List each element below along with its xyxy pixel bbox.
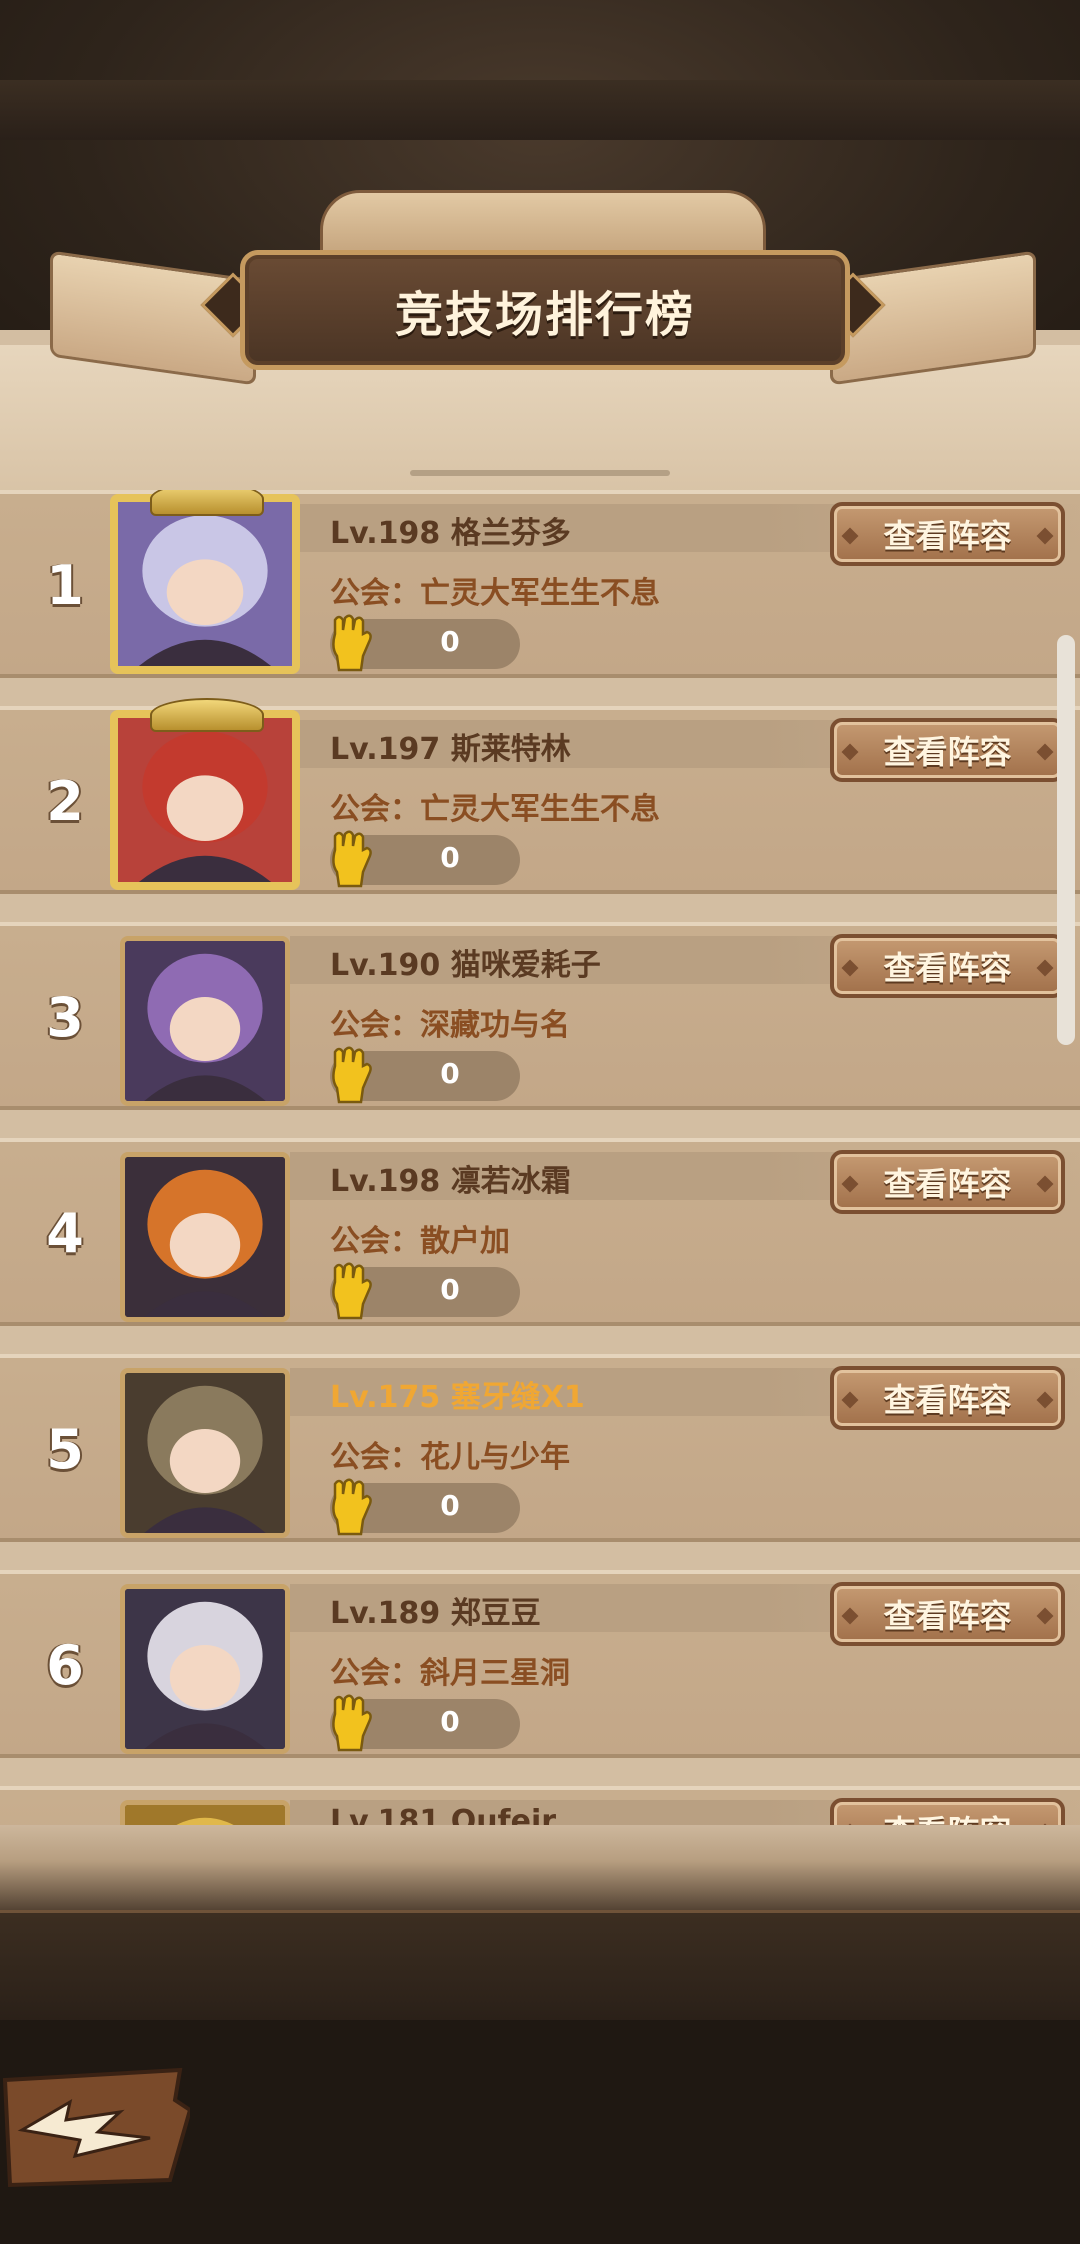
player-name: Lv.198 格兰芬多 xyxy=(330,516,571,551)
divider xyxy=(410,470,670,476)
hero-portrait xyxy=(125,1589,285,1749)
player-name: Lv.197 斯莱特林 xyxy=(330,732,571,767)
player-name: Lv.181 Oufeir xyxy=(330,1804,557,1825)
power-value: 0 xyxy=(440,1705,460,1738)
fist-icon xyxy=(332,1262,372,1320)
view-lineup-label: 查看阵容 xyxy=(883,949,1012,987)
ranking-row: 7Lv.181 Oufeir查看阵容 xyxy=(0,1786,1080,1825)
view-lineup-button[interactable]: 查看阵容 xyxy=(830,934,1065,998)
rank-number: 1 xyxy=(46,554,84,617)
view-lineup-button[interactable]: 查看阵容 xyxy=(830,502,1065,566)
view-lineup-label: 查看阵容 xyxy=(883,1597,1012,1635)
player-name: Lv.190 猫咪爱耗子 xyxy=(330,948,601,983)
view-lineup-label: 查看阵容 xyxy=(883,1807,1011,1825)
ranking-row: 4 Lv.198 凛若冰霜 公会：散户加 0 查看阵容 xyxy=(0,1138,1080,1326)
power-value: 0 xyxy=(440,1057,460,1090)
hero-portrait xyxy=(118,718,292,882)
avatar[interactable] xyxy=(110,710,300,890)
button-ornament xyxy=(1036,959,1054,977)
bottom-ledge xyxy=(0,1825,1080,1915)
scrollbar[interactable] xyxy=(1057,635,1075,1045)
avatar[interactable] xyxy=(110,494,300,674)
view-lineup-button[interactable]: 查看阵容 xyxy=(830,718,1065,782)
view-lineup-button[interactable]: 查看阵容 xyxy=(830,1366,1065,1430)
guild-name: 公会：亡灵大军生生不息 xyxy=(330,576,660,611)
view-lineup-label: 查看阵容 xyxy=(883,733,1012,771)
view-lineup-label: 查看阵容 xyxy=(883,1165,1012,1203)
avatar[interactable] xyxy=(120,936,290,1106)
fist-icon xyxy=(332,1478,372,1536)
player-name: Lv.175 塞牙缝X1 xyxy=(330,1380,585,1415)
power-value: 0 xyxy=(440,625,460,658)
power-value: 0 xyxy=(440,841,460,874)
button-ornament xyxy=(841,1607,859,1625)
view-lineup-button[interactable]: 查看阵容 xyxy=(830,1582,1065,1646)
view-lineup-label: 查看阵容 xyxy=(883,1381,1012,1419)
fist-icon xyxy=(332,614,372,672)
rank-number: 3 xyxy=(46,986,84,1049)
player-name: Lv.198 凛若冰霜 xyxy=(330,1164,571,1199)
button-ornament xyxy=(1036,1175,1054,1193)
ranking-row: 3 Lv.190 猫咪爱耗子 公会：深藏功与名 0 查看阵容 xyxy=(0,922,1080,1110)
gold-frame-crown xyxy=(150,698,264,732)
page-title: 竞技场排行榜 xyxy=(394,287,695,343)
fist-icon xyxy=(332,1046,372,1104)
ranking-row: 6 Lv.189 郑豆豆 公会：斜月三星洞 0 查看阵容 xyxy=(0,1570,1080,1758)
bottom-bar xyxy=(0,1910,1080,2023)
ranking-row: 1 Lv.198 格兰芬多公会：亡灵大军生生不息 0 查看阵容 xyxy=(0,490,1080,678)
avatar[interactable] xyxy=(120,1152,290,1322)
rank-number: 4 xyxy=(46,1202,84,1265)
button-ornament xyxy=(841,743,859,761)
avatar[interactable] xyxy=(120,1368,290,1538)
gold-frame-crown xyxy=(150,490,264,516)
button-ornament xyxy=(841,1175,859,1193)
rank-number: 6 xyxy=(46,1634,84,1697)
player-name: Lv.189 郑豆豆 xyxy=(330,1596,541,1631)
button-ornament xyxy=(841,959,859,977)
ranking-row: 2 Lv.197 斯莱特林公会：亡灵大军生生不息 0 查看阵容 xyxy=(0,698,1080,894)
button-ornament xyxy=(841,1391,859,1409)
button-ornament xyxy=(1036,1391,1054,1409)
guild-name: 公会：散户加 xyxy=(330,1224,510,1259)
rank-number: 2 xyxy=(46,770,84,833)
view-lineup-button[interactable]: 查看阵容 xyxy=(830,1798,1065,1825)
power-value: 0 xyxy=(440,1489,460,1522)
view-lineup-label: 查看阵容 xyxy=(883,517,1012,555)
fist-icon xyxy=(332,830,372,888)
guild-name: 公会：斜月三星洞 xyxy=(330,1656,570,1691)
button-ornament xyxy=(841,527,859,545)
avatar[interactable] xyxy=(120,1800,290,1825)
fist-icon xyxy=(332,1694,372,1752)
ranking-list[interactable]: 1 Lv.198 格兰芬多公会：亡灵大军生生不息 0 查看阵容 2 Lv.197 斯莱特林… xyxy=(0,490,1080,1825)
hero-portrait xyxy=(125,1373,285,1533)
button-ornament xyxy=(1036,527,1054,545)
button-ornament xyxy=(1036,1607,1054,1625)
hero-portrait xyxy=(118,502,292,666)
view-lineup-button[interactable]: 查看阵容 xyxy=(830,1150,1065,1214)
guild-name: 公会：深藏功与名 xyxy=(330,1008,570,1043)
button-ornament xyxy=(1036,743,1054,761)
avatar[interactable] xyxy=(120,1584,290,1754)
hero-portrait xyxy=(125,941,285,1101)
hero-portrait xyxy=(125,1157,285,1317)
hero-portrait xyxy=(125,1805,285,1825)
rank-number: 5 xyxy=(46,1418,84,1481)
guild-name: 公会：花儿与少年 xyxy=(330,1440,570,1475)
title-plaque: 竞技场排行榜 xyxy=(240,250,850,370)
back-button[interactable] xyxy=(0,2060,193,2190)
guild-name: 公会：亡灵大军生生不息 xyxy=(330,792,660,827)
ranking-row: 5 Lv.175 塞牙缝X1 公会：花儿与少年 0 查看阵容 xyxy=(0,1354,1080,1542)
back-arrow-icon xyxy=(2,2067,193,2188)
power-value: 0 xyxy=(440,1273,460,1306)
